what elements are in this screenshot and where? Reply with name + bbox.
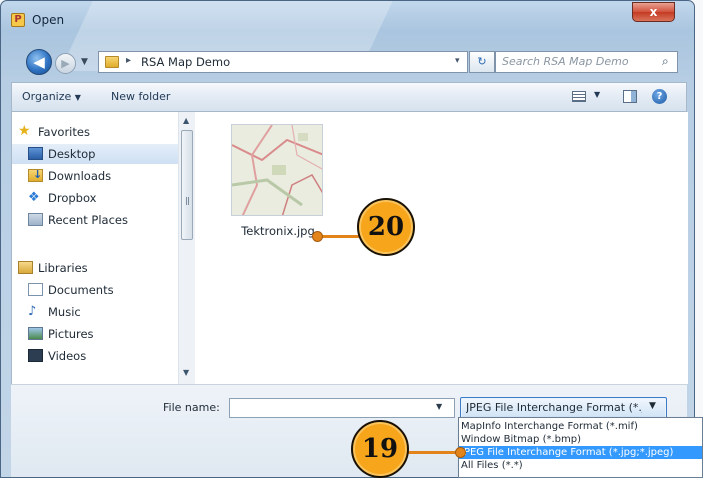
nav-label: Pictures: [48, 327, 94, 341]
nav-item-pictures[interactable]: Pictures: [12, 324, 178, 344]
nav-item-downloads[interactable]: Downloads: [12, 166, 178, 186]
recent-places-icon: [28, 213, 43, 226]
file-type-value: JPEG File Interchange Format (*.jpg;*.jp…: [466, 401, 642, 414]
nav-libraries[interactable]: Libraries: [12, 258, 178, 278]
back-button[interactable]: ◀: [26, 49, 52, 75]
callout-20: 20: [357, 198, 415, 256]
star-icon: ★: [18, 123, 31, 139]
folder-icon: [105, 56, 119, 68]
change-view-icon[interactable]: [572, 91, 586, 102]
downloads-icon: [28, 168, 43, 182]
app-icon: P: [11, 13, 25, 27]
close-button[interactable]: x: [632, 2, 675, 22]
file-name-label: File name:: [163, 401, 220, 414]
desktop-icon: [28, 147, 43, 160]
nav-label: Favorites: [38, 125, 90, 139]
command-bar: Organize ▼ New folder ▼ ?: [11, 82, 687, 112]
forward-arrow-icon: ▶: [61, 57, 70, 70]
navigation-scrollbar[interactable]: ▲ ▼: [178, 112, 195, 384]
callout-20-dot: [312, 231, 323, 242]
window-title: Open: [32, 13, 65, 27]
callout-19-dot: [455, 447, 466, 458]
nav-label: Recent Places: [48, 213, 128, 227]
chevron-down-icon: ▼: [74, 93, 81, 102]
organize-button[interactable]: Organize ▼: [22, 90, 81, 103]
address-dropdown-icon[interactable]: ▾: [455, 56, 460, 66]
preview-pane-icon[interactable]: [623, 90, 637, 103]
callout-19-leader: [408, 451, 460, 454]
grip-icon: [186, 197, 189, 205]
dropbox-icon: ❖: [28, 190, 40, 205]
file-type-select[interactable]: JPEG File Interchange Format (*.jpg;*.jp…: [460, 397, 667, 419]
file-type-option-bmp[interactable]: Window Bitmap (*.bmp): [459, 433, 702, 446]
chevron-down-icon[interactable]: ▼: [649, 401, 656, 411]
callout-19: 19: [351, 420, 409, 478]
nav-item-videos[interactable]: Videos: [12, 346, 178, 366]
file-type-option-all[interactable]: All Files (*.*): [459, 459, 702, 472]
search-placeholder: Search RSA Map Demo: [502, 55, 629, 68]
file-name-dropdown-icon[interactable]: ▼: [436, 402, 442, 411]
search-input[interactable]: Search RSA Map Demo ⌕: [495, 51, 678, 73]
forward-button[interactable]: ▶: [55, 53, 76, 74]
nav-item-desktop[interactable]: Desktop: [12, 144, 178, 164]
documents-icon: [28, 283, 43, 296]
callout-20-leader: [318, 235, 360, 238]
nav-label: Dropbox: [48, 191, 97, 205]
libraries-icon: [18, 261, 33, 274]
file-type-option-jpeg[interactable]: JPEG File Interchange Format (*.jpg;*.jp…: [459, 446, 702, 459]
help-icon[interactable]: ?: [652, 89, 667, 104]
navigation-pane: ★ Favorites Desktop Downloads ❖ Dropbox: [12, 112, 178, 384]
nav-item-documents[interactable]: Documents: [12, 280, 178, 300]
nav-label: Downloads: [48, 169, 112, 183]
organize-label: Organize: [22, 90, 72, 103]
search-icon[interactable]: ⌕: [662, 54, 669, 69]
screen: P Open x ◀ ▶ ▼ ▸ RSA Map Demo ▾ ↻ Search…: [0, 0, 703, 478]
recent-locations-button[interactable]: ▼: [81, 57, 88, 67]
scrollbar-thumb[interactable]: [181, 130, 193, 240]
browser-area: ★ Favorites Desktop Downloads ❖ Dropbox: [11, 112, 688, 384]
view-options-chevron-icon[interactable]: ▼: [594, 90, 600, 99]
nav-label: Videos: [48, 349, 87, 363]
scroll-up-icon[interactable]: ▲: [183, 116, 189, 125]
nav-label: Desktop: [48, 147, 96, 161]
breadcrumb-rsa-map-demo[interactable]: RSA Map Demo: [141, 55, 230, 69]
new-folder-button[interactable]: New folder: [111, 90, 170, 103]
back-arrow-icon: ◀: [33, 53, 45, 71]
pictures-icon: [28, 327, 43, 340]
file-item-tektronix[interactable]: [231, 124, 323, 216]
music-icon: ♪: [28, 304, 37, 319]
nav-item-music[interactable]: ♪ Music: [12, 302, 178, 322]
title-bar[interactable]: P Open x: [1, 1, 694, 35]
file-type-option-mif[interactable]: MapInfo Interchange Format (*.mif): [459, 420, 702, 433]
refresh-button[interactable]: ↻: [469, 51, 495, 73]
map-thumbnail-icon: [232, 125, 322, 215]
nav-favorites[interactable]: ★ Favorites: [12, 122, 178, 142]
open-dialog: P Open x ◀ ▶ ▼ ▸ RSA Map Demo ▾ ↻ Search…: [0, 0, 695, 478]
nav-label: Music: [48, 305, 81, 319]
nav-item-recent-places[interactable]: Recent Places: [12, 210, 178, 230]
nav-label: Documents: [48, 283, 114, 297]
scroll-down-icon[interactable]: ▼: [183, 368, 189, 377]
breadcrumb-arrow-icon[interactable]: ▸: [126, 55, 131, 66]
file-type-dropdown: MapInfo Interchange Format (*.mif) Windo…: [458, 417, 703, 478]
videos-icon: [28, 349, 43, 362]
nav-item-dropbox[interactable]: ❖ Dropbox: [12, 188, 178, 208]
nav-label: Libraries: [38, 261, 88, 275]
file-list: Tektronix.jpg: [195, 112, 688, 384]
address-bar[interactable]: ▸ RSA Map Demo ▾: [98, 51, 468, 73]
file-name-input[interactable]: ▼: [229, 398, 455, 418]
